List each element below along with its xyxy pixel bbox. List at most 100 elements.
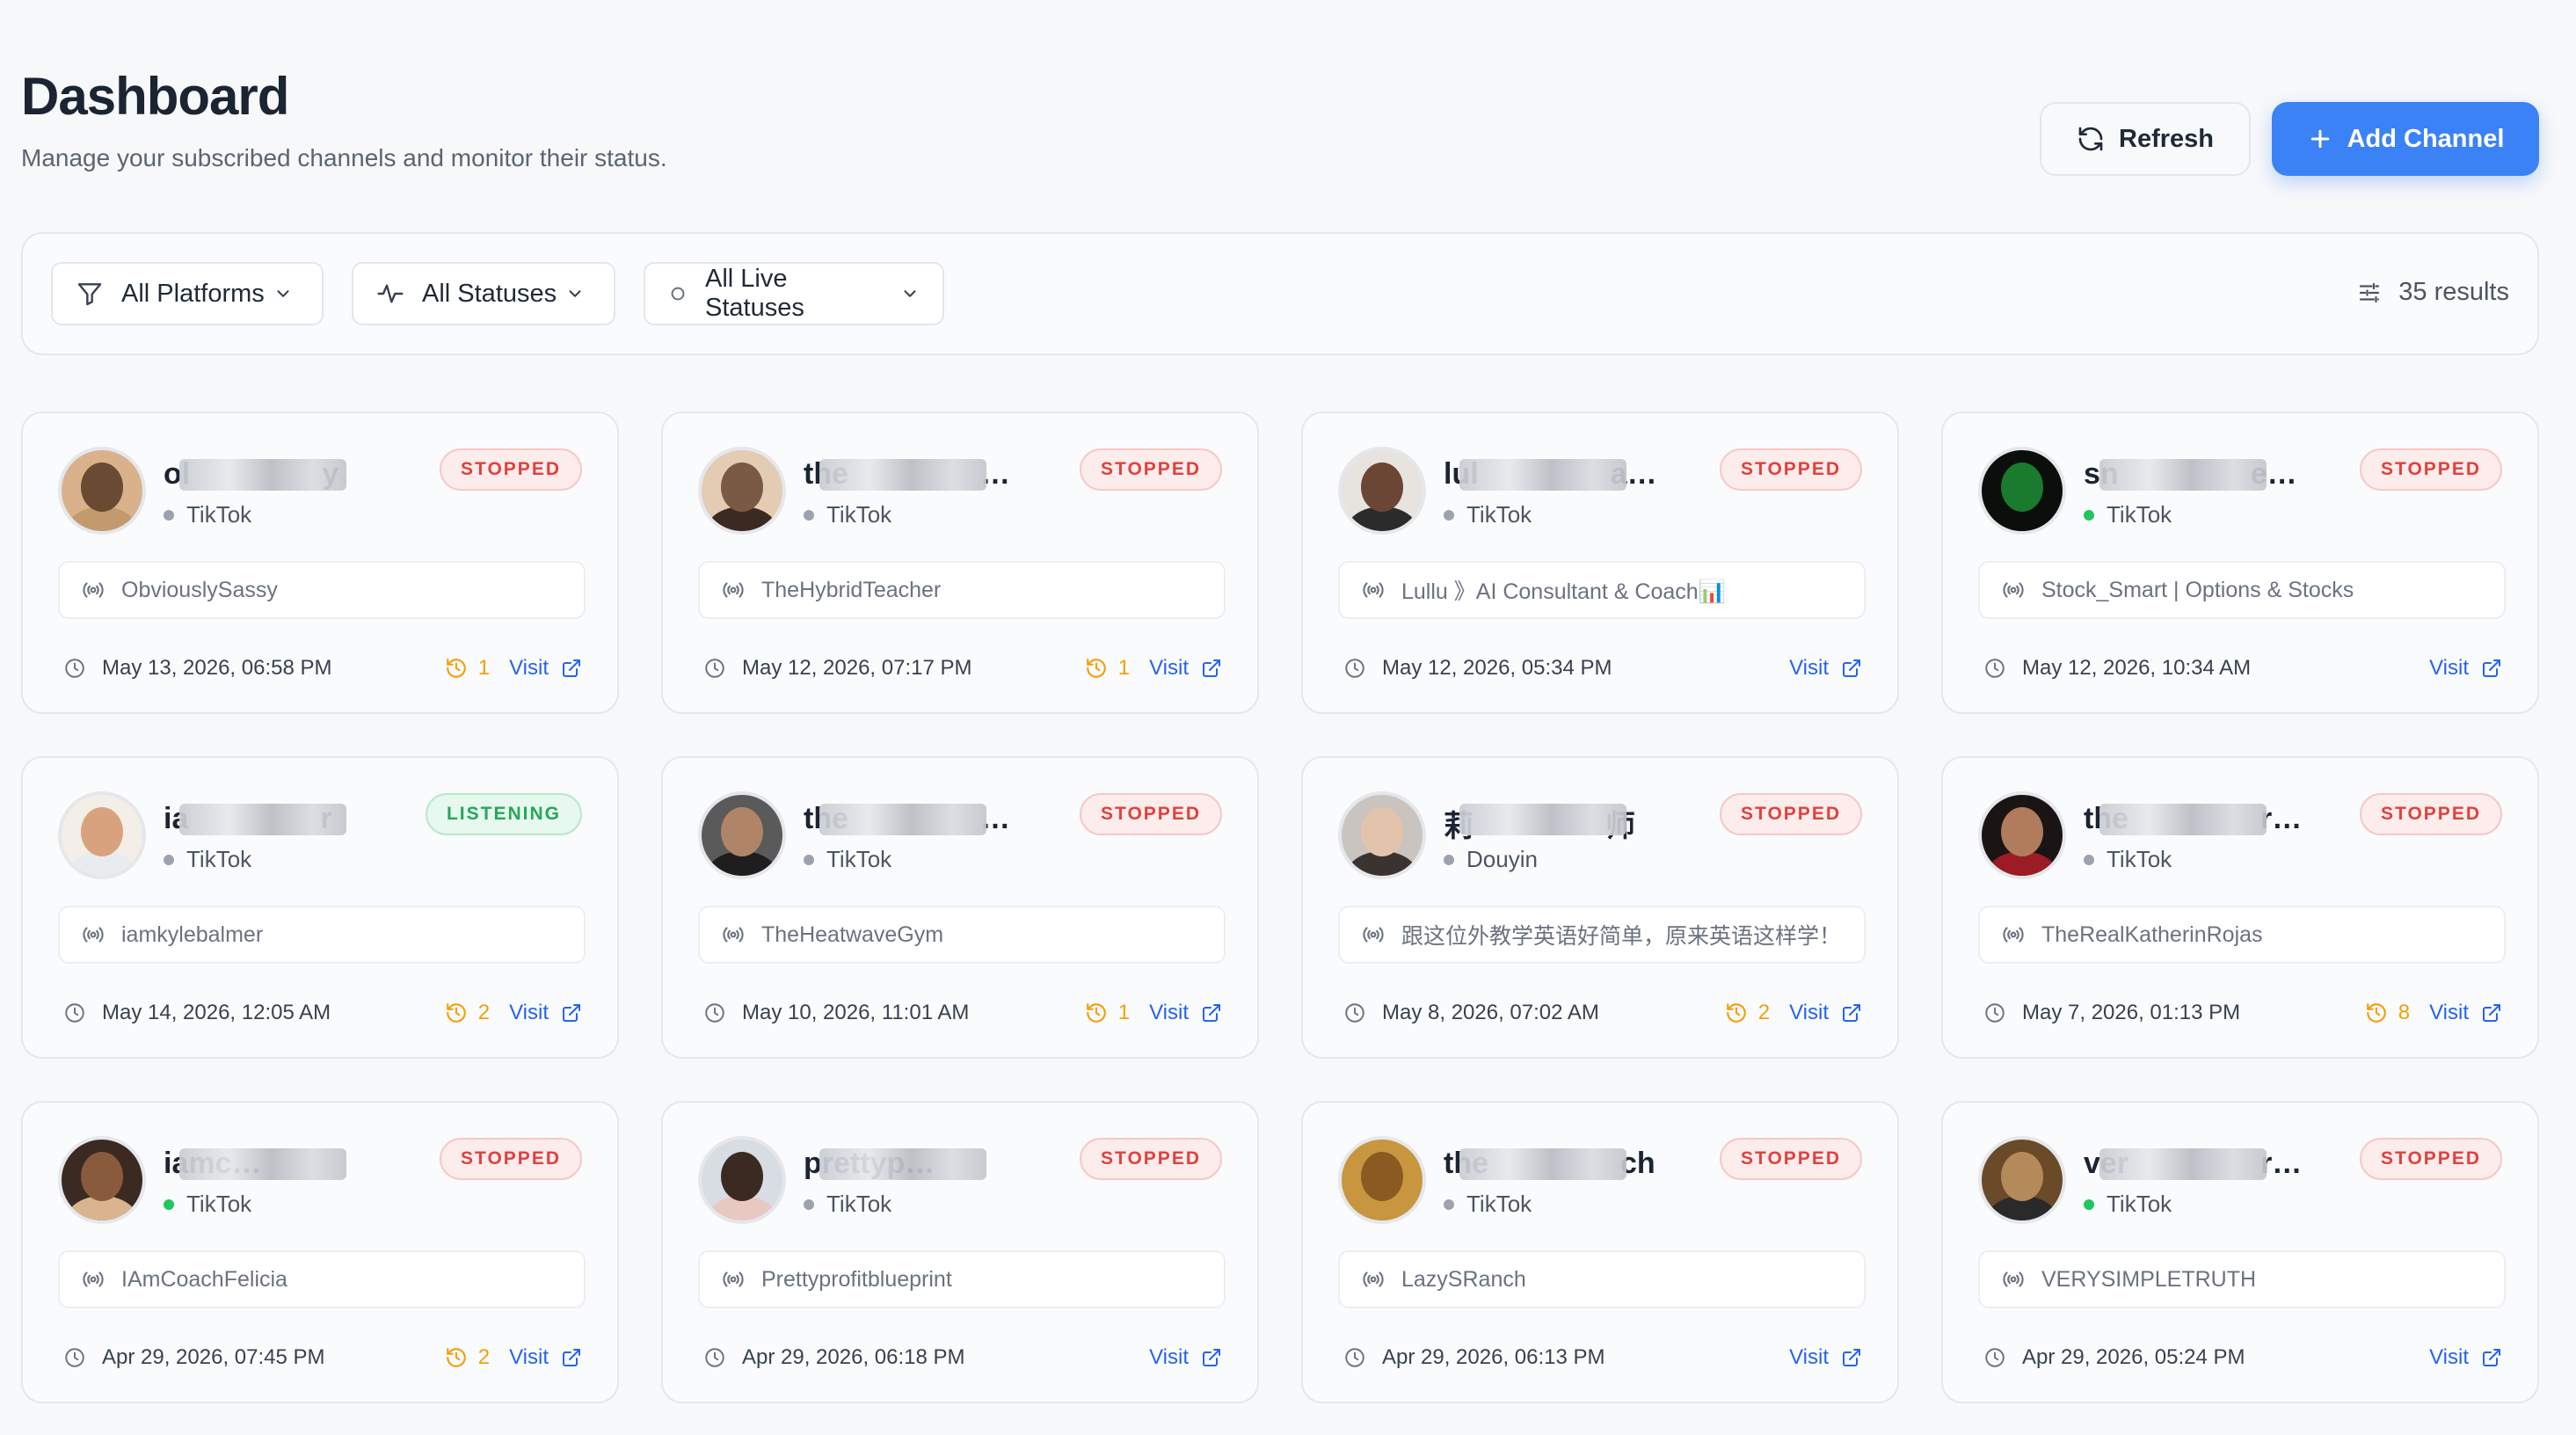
history-count: 1 (1085, 1001, 1130, 1025)
channel-card[interactable]: prettypo TikTok STOPPED Prettyprofitblue… (661, 1101, 1259, 1403)
subscribed-date: Apr 29, 2026, 07:45 PM (63, 1345, 325, 1370)
card-actions: 2 Visit (445, 1345, 582, 1370)
platform-filter-dropdown[interactable]: All Platforms (51, 262, 324, 325)
channel-card[interactable]: oly TikTok STOPPED ObviouslySassy May 13… (21, 412, 619, 714)
visit-link[interactable]: Visit (509, 656, 582, 681)
chevron-down-icon (273, 284, 293, 303)
card-actions: Visit (2429, 656, 2502, 681)
channel-card[interactable]: iamcicia TikTok STOPPED IAmCoachFelicia … (21, 1101, 619, 1403)
card-footer: Apr 29, 2026, 06:13 PM Visit (1343, 1342, 1862, 1373)
visit-label: Visit (1789, 1001, 1829, 1024)
platform-indicator: TikTok (164, 1191, 251, 1218)
platform-label: TikTok (826, 501, 892, 528)
subscribed-date: Apr 29, 2026, 05:24 PM (1983, 1345, 2245, 1370)
clock-icon (1985, 1348, 2005, 1367)
live-dot (2084, 854, 2094, 865)
subscribed-date: Apr 29, 2026, 06:18 PM (703, 1345, 965, 1370)
channel-handle: TheRealKatherinRojas (1978, 906, 2506, 964)
channel-handle: ObviouslySassy (58, 561, 586, 619)
channel-card[interactable]: verruth9 TikTok STOPPED VERYSIMPLETRUTH … (1941, 1101, 2539, 1403)
visit-link[interactable]: Visit (509, 1345, 582, 1370)
channel-card[interactable]: iar TikTok LISTENING iamkylebalmer May 1… (21, 756, 619, 1059)
channel-handle: 跟这位外教学英语好简单，原来英语这样学！ (1338, 906, 1866, 964)
clock-icon (65, 1003, 84, 1023)
channel-handle-text: iamkylebalmer (121, 921, 264, 947)
channel-handle: LazySRanch (1338, 1250, 1866, 1308)
channel-name-end: rinr... (2260, 802, 2303, 835)
history-count: 1 (1085, 656, 1130, 681)
avatar (1978, 1136, 2066, 1224)
channel-handle-text: 跟这位外教学英语好简单，原来英语这样学！ (1401, 924, 1842, 949)
redacted-name-blur (179, 459, 346, 491)
channel-card[interactable]: thech TikTok STOPPED LazySRanch Apr 29, … (1301, 1101, 1899, 1403)
live-dot (2084, 509, 2094, 521)
redacted-name-blur (2099, 1148, 2267, 1180)
redacted-name-blur (1459, 1148, 1626, 1180)
status-filter-dropdown[interactable]: All Statuses (352, 262, 615, 325)
subscribed-date: May 10, 2026, 11:01 AM (703, 1001, 969, 1025)
visit-link[interactable]: Visit (2429, 1345, 2502, 1370)
visit-label: Visit (1149, 1001, 1189, 1024)
clock-icon (705, 659, 724, 678)
visit-link[interactable]: Visit (509, 1001, 582, 1025)
page-subtitle: Manage your subscribed channels and moni… (21, 144, 667, 171)
platform-label: TikTok (186, 1191, 252, 1217)
card-footer: May 8, 2026, 07:02 AM 2 Visit (1343, 997, 1862, 1029)
visit-link[interactable]: Visit (2429, 656, 2502, 681)
visit-label: Visit (1149, 656, 1189, 680)
channel-card[interactable]: theym TikTok STOPPED TheHeatwaveGym May … (661, 756, 1259, 1059)
status-badge: LISTENING (425, 793, 582, 835)
visit-link[interactable]: Visit (2429, 1001, 2502, 1025)
platform-indicator: TikTok (804, 846, 891, 873)
avatar (1338, 1136, 1426, 1224)
platform-label: Douyin (1466, 846, 1538, 872)
add-channel-button[interactable]: Add Channel (2272, 102, 2539, 176)
channel-card[interactable]: lulam... TikTok STOPPED Lullu 》AI Consul… (1301, 412, 1899, 714)
channel-card[interactable]: sne_sto... TikTok STOPPED Stock_Smart | … (1941, 412, 2539, 714)
external-link-icon (1203, 1004, 1220, 1022)
visit-link[interactable]: Visit (1149, 1001, 1222, 1025)
clock-icon (705, 1348, 724, 1367)
platform-indicator: TikTok (164, 846, 251, 873)
visit-link[interactable]: Visit (1789, 1345, 1862, 1370)
history-count: 2 (445, 1345, 490, 1370)
live-dot (1444, 1198, 1454, 1210)
date-text: May 14, 2026, 12:05 AM (102, 1001, 331, 1024)
channel-handle-text: Lullu 》AI Consultant & Coach📊 (1401, 579, 1726, 604)
visit-link[interactable]: Visit (1789, 1001, 1862, 1025)
broadcast-icon (1363, 1271, 1384, 1287)
refresh-button[interactable]: Refresh (2040, 102, 2251, 176)
card-footer: May 12, 2026, 10:34 AM Visit (1983, 652, 2502, 684)
date-text: Apr 29, 2026, 06:18 PM (742, 1345, 965, 1369)
chevron-down-icon (565, 284, 585, 303)
subscribed-date: May 13, 2026, 06:58 PM (63, 656, 332, 681)
visit-link[interactable]: Visit (1149, 1345, 1222, 1370)
channel-card[interactable]: theher TikTok STOPPED TheHybridTeacher M… (661, 412, 1259, 714)
card-footer: May 14, 2026, 12:05 AM 2 Visit (63, 997, 582, 1029)
card-footer: Apr 29, 2026, 06:18 PM Visit (703, 1342, 1222, 1373)
visit-label: Visit (2429, 1345, 2469, 1369)
live-dot (164, 854, 174, 865)
card-actions: 1 Visit (1085, 656, 1222, 681)
card-actions: 1 Visit (445, 656, 582, 681)
subscribed-date: Apr 29, 2026, 06:13 PM (1343, 1345, 1605, 1370)
visit-link[interactable]: Visit (1789, 656, 1862, 681)
visit-link[interactable]: Visit (1149, 656, 1222, 681)
channel-name-end: icia (363, 1147, 384, 1180)
broadcast-icon (2003, 927, 2024, 943)
platform-label: TikTok (826, 1191, 892, 1217)
visit-label: Visit (1149, 1345, 1189, 1369)
history-icon (1726, 1003, 1746, 1023)
page-title: Dashboard (21, 67, 289, 126)
channel-card[interactable]: 莉师 Douyin STOPPED 跟这位外教学英语好简单，原来英语这样学！ M… (1301, 756, 1899, 1059)
live-status-filter-dropdown[interactable]: All Live Statuses (644, 262, 944, 325)
history-count-value: 2 (477, 1345, 491, 1369)
platform-label: TikTok (2107, 1191, 2172, 1217)
avatar (58, 791, 146, 879)
live-dot (164, 509, 174, 521)
platform-indicator: TikTok (804, 1191, 891, 1218)
live-dot (1444, 854, 1454, 865)
history-count-value: 1 (1117, 1001, 1131, 1024)
channel-card[interactable]: therinr... TikTok STOPPED TheRealKatheri… (1941, 756, 2539, 1059)
history-count-value: 2 (1757, 1001, 1771, 1024)
